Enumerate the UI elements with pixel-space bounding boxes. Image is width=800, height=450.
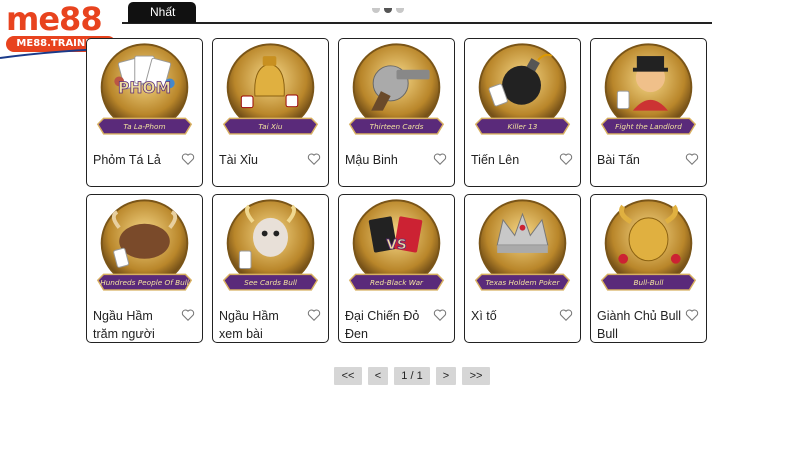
- game-name: Ngầu Hầm trăm người: [93, 309, 155, 341]
- art-badge-text: PHOM: [118, 79, 171, 97]
- game-artwork: Fight the Landlord: [600, 43, 697, 135]
- art-badge-text: VS: [386, 237, 406, 253]
- game-banner-text: Fight the Landlord: [615, 122, 682, 131]
- game-artwork: Hundreds People Of Bull: [96, 199, 193, 291]
- game-artwork: See Cards Bull: [222, 199, 319, 291]
- game-banner-text: Thirteen Cards: [370, 122, 424, 131]
- page-indicator: 1 / 1: [394, 367, 430, 385]
- game-banner-text: See Cards Bull: [244, 278, 297, 287]
- game-artwork: Texas Holdem Poker: [474, 199, 571, 291]
- favorite-heart-icon[interactable]: [559, 152, 573, 166]
- game-name: Mậu Binh: [345, 153, 398, 167]
- game-name: Giành Chủ Bull Bull: [597, 309, 682, 341]
- favorite-heart-icon[interactable]: [559, 308, 573, 322]
- first-page-button[interactable]: <<: [334, 367, 362, 385]
- game-artwork: Tai Xiu: [222, 43, 319, 135]
- game-banner-text: Tai Xiu: [258, 122, 282, 131]
- carousel-dot[interactable]: [396, 8, 404, 13]
- game-card[interactable]: Bull-Bull Giành Chủ Bull Bull: [590, 194, 707, 343]
- game-artwork: PHOM Ta La-Phom: [96, 43, 193, 135]
- favorite-heart-icon[interactable]: [307, 308, 321, 322]
- tab-active[interactable]: Nhất: [128, 2, 196, 23]
- favorite-heart-icon[interactable]: [307, 152, 321, 166]
- logo-brand-text: me88: [6, 0, 103, 38]
- game-card[interactable]: PHOM Ta La-Phom Phỏm Tá Lả: [86, 38, 203, 187]
- game-name: Phỏm Tá Lả: [93, 153, 161, 167]
- favorite-heart-icon[interactable]: [433, 308, 447, 322]
- favorite-heart-icon[interactable]: [685, 152, 699, 166]
- game-card[interactable]: Thirteen Cards Mậu Binh: [338, 38, 455, 187]
- next-page-button[interactable]: >: [436, 367, 456, 385]
- game-card[interactable]: Texas Holdem Poker Xì tố: [464, 194, 581, 343]
- carousel-dot[interactable]: [372, 8, 380, 13]
- game-name: Xì tố: [471, 309, 497, 323]
- game-artwork: Bull-Bull: [600, 199, 697, 291]
- game-banner-text: Bull-Bull: [634, 278, 664, 287]
- tab-underline: [122, 22, 712, 24]
- last-page-button[interactable]: >>: [462, 367, 490, 385]
- game-card[interactable]: Tai Xiu Tài Xỉu: [212, 38, 329, 187]
- game-name: Đại Chiến Đỏ Đen: [345, 309, 420, 341]
- game-name: Ngầu Hầm xem bài: [219, 309, 279, 341]
- game-banner-text: Texas Holdem Poker: [486, 278, 561, 287]
- carousel-dot-active[interactable]: [384, 8, 392, 13]
- favorite-heart-icon[interactable]: [181, 308, 195, 322]
- game-name: Tài Xỉu: [219, 153, 258, 167]
- prev-page-button[interactable]: <: [368, 367, 388, 385]
- game-name: Bài Tấn: [597, 153, 640, 167]
- game-banner-text: Red-Black War: [370, 278, 424, 287]
- game-card[interactable]: Fight the Landlord Bài Tấn: [590, 38, 707, 187]
- game-card[interactable]: VS Red-Black War Đại Chiến Đỏ Đen: [338, 194, 455, 343]
- favorite-heart-icon[interactable]: [181, 152, 195, 166]
- favorite-heart-icon[interactable]: [685, 308, 699, 322]
- game-card[interactable]: Killer 13 Tiến Lên: [464, 38, 581, 187]
- game-artwork: Thirteen Cards: [348, 43, 445, 135]
- carousel-indicator: [372, 0, 408, 18]
- game-artwork: Killer 13: [474, 43, 571, 135]
- game-card[interactable]: Hundreds People Of Bull Ngầu Hầm trăm ngư…: [86, 194, 203, 343]
- game-banner-text: Hundreds People Of Bull: [100, 278, 189, 287]
- game-name: Tiến Lên: [471, 153, 520, 167]
- game-banner-text: Killer 13: [508, 122, 538, 131]
- game-banner-text: Ta La-Phom: [123, 122, 165, 131]
- game-card[interactable]: See Cards Bull Ngầu Hầm xem bài: [212, 194, 329, 343]
- game-artwork: VS Red-Black War: [348, 199, 445, 291]
- favorite-heart-icon[interactable]: [433, 152, 447, 166]
